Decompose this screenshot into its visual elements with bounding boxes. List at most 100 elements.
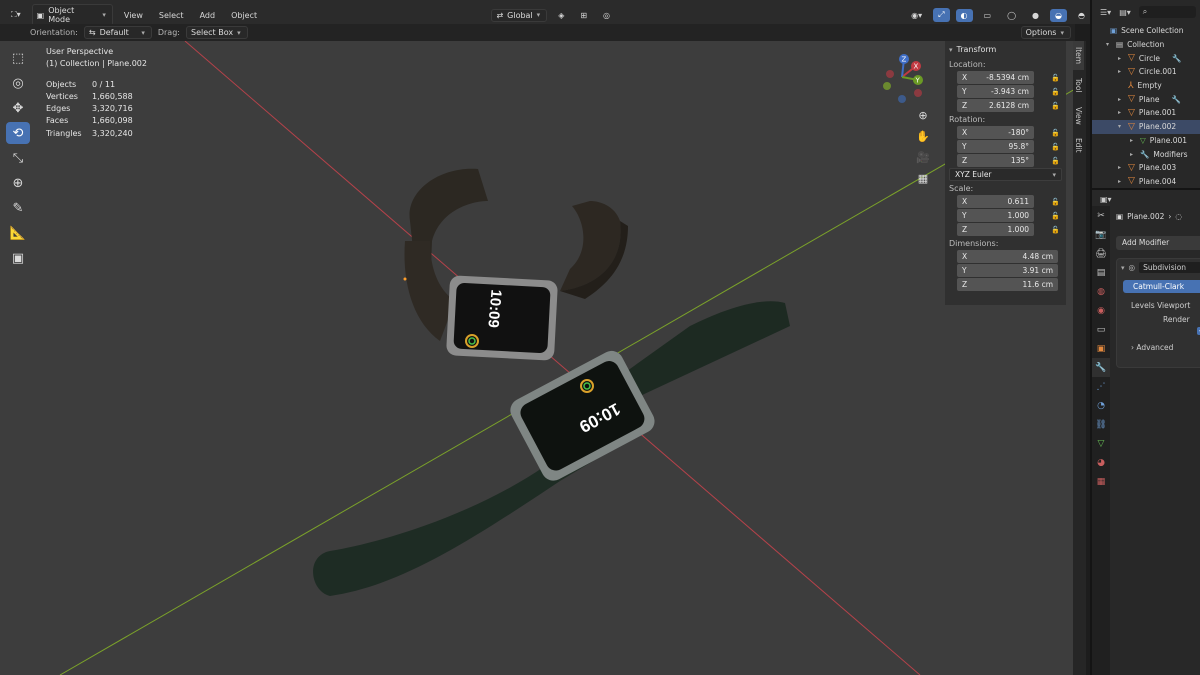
scene-tab-icon[interactable]: ◍ xyxy=(1092,282,1110,301)
modifier-name-field[interactable]: Subdivision xyxy=(1139,262,1200,273)
transform-panel-header[interactable]: ▾ Transform xyxy=(945,41,1066,58)
data-tab-icon[interactable]: ▽ xyxy=(1092,434,1110,453)
world-tab-icon[interactable]: ◉ xyxy=(1092,301,1110,320)
menu-object[interactable]: Object xyxy=(226,9,262,22)
zoom-icon[interactable]: ⊕ xyxy=(914,105,932,126)
scale-z-field[interactable]: Z 1.000 xyxy=(957,223,1034,236)
outliner-row-selected[interactable]: ▾ ▽ Plane.002 xyxy=(1092,119,1200,134)
rotation-y-field[interactable]: Y 95.8° xyxy=(957,140,1034,153)
options-dropdown[interactable]: Options ▾ xyxy=(1020,26,1071,39)
properties-editor-icon[interactable]: ▣▾ xyxy=(1100,195,1112,204)
lock-icon[interactable]: 🔓 xyxy=(1051,102,1060,110)
outliner-row[interactable]: ▣ Scene Collection xyxy=(1092,24,1200,38)
tab-view[interactable]: View xyxy=(1073,101,1084,131)
output-tab-icon[interactable]: 🖨 xyxy=(1092,244,1110,263)
add-modifier-button[interactable]: Add Modifier xyxy=(1116,236,1200,250)
drag-dropdown[interactable]: Select Box ▾ xyxy=(185,26,248,39)
outliner-row[interactable]: ▸ 🔧 Modifiers xyxy=(1092,147,1200,161)
transform-orientation-dropdown[interactable]: ⇄ Global ▾ xyxy=(491,8,548,22)
navigation-gizmo[interactable]: X Z Y xyxy=(878,53,928,103)
shading-wireframe-icon[interactable]: ◯ xyxy=(1002,9,1021,22)
select-box-tool-icon[interactable]: ⬚ xyxy=(6,47,30,69)
outliner-editor-icon[interactable]: ☰▾ xyxy=(1100,8,1111,17)
outliner-row[interactable]: ▸ ▽ Plane.001 xyxy=(1092,134,1200,148)
annotate-tool-icon[interactable]: ✎ xyxy=(6,197,30,219)
tool-tab-icon[interactable]: ✂ xyxy=(1092,206,1110,225)
physics-tab-icon[interactable]: ◔ xyxy=(1092,396,1110,415)
menu-select[interactable]: Select xyxy=(154,9,189,22)
outliner-row[interactable]: ▸ ▽ Plane.003 xyxy=(1092,161,1200,175)
cursor-tool-icon[interactable]: ◎ xyxy=(6,72,30,94)
search-icon[interactable]: ⌕ xyxy=(1138,6,1196,18)
3d-viewport[interactable]: 10:09 10:09 X Z Y ⊕ ✋ 🎥 ▦ xyxy=(0,41,1075,675)
outliner-row[interactable]: ▸ ▽ Circle.001 xyxy=(1092,65,1200,79)
shading-rendered-icon[interactable]: ◓ xyxy=(1073,9,1090,22)
modifier-tab-icon[interactable]: 🔧 xyxy=(1092,358,1110,377)
shading-solid-icon[interactable]: ● xyxy=(1027,9,1044,22)
rotation-mode-dropdown[interactable]: XYZ Euler ▾ xyxy=(949,168,1062,181)
proportional-editing-icon[interactable]: ◎ xyxy=(598,9,615,22)
mode-icon: ▣ xyxy=(36,10,45,20)
render-tab-icon[interactable]: 📷 xyxy=(1092,225,1110,244)
location-z-field[interactable]: Z 2.6128 cm xyxy=(957,99,1034,112)
menu-view[interactable]: View xyxy=(119,9,148,22)
orientation-dropdown[interactable]: ⇆ Default ▾ xyxy=(83,26,152,39)
catmull-clark-button[interactable]: Catmull-Clark xyxy=(1123,280,1200,293)
pan-hand-icon[interactable]: ✋ xyxy=(914,126,932,147)
visibility-icon[interactable]: ◉▾ xyxy=(906,9,927,22)
tab-edit[interactable]: Edit xyxy=(1073,132,1084,159)
lock-icon[interactable]: 🔓 xyxy=(1051,74,1060,82)
constraints-tab-icon[interactable]: ⛓ xyxy=(1092,415,1110,434)
lock-icon[interactable]: 🔓 xyxy=(1051,212,1060,220)
mode-dropdown[interactable]: ▣ Object Mode ▾ xyxy=(31,4,113,26)
texture-tab-icon[interactable]: ▦ xyxy=(1092,472,1110,491)
chevron-down-icon[interactable]: ▾ xyxy=(1121,264,1125,272)
outliner-row[interactable]: ▸ ▽ Circle 🔧 xyxy=(1092,51,1200,65)
lock-icon[interactable]: 🔓 xyxy=(1051,198,1060,206)
dimensions-z-field[interactable]: Z 11.6 cm xyxy=(957,278,1058,291)
rotation-z-field[interactable]: Z 135° xyxy=(957,154,1034,167)
material-tab-icon[interactable]: ◕ xyxy=(1092,453,1110,472)
scale-x-field[interactable]: X 0.611 xyxy=(957,195,1034,208)
editor-type-icon[interactable]: ⛶▾ xyxy=(6,8,26,22)
lock-icon[interactable]: 🔓 xyxy=(1051,226,1060,234)
menu-add[interactable]: Add xyxy=(195,9,221,22)
transform-tool-icon[interactable]: ⊕ xyxy=(6,172,30,194)
dimensions-x-field[interactable]: X 4.48 cm xyxy=(957,250,1058,263)
grid-icon[interactable]: ▦ xyxy=(914,168,932,189)
lock-icon[interactable]: 🔓 xyxy=(1051,129,1060,137)
location-x-field[interactable]: X -8.5394 cm xyxy=(957,71,1034,84)
camera-icon[interactable]: 🎥 xyxy=(914,147,932,168)
tab-tool[interactable]: Tool xyxy=(1073,72,1084,99)
view-layer-tab-icon[interactable]: ▤ xyxy=(1092,263,1110,282)
lock-icon[interactable]: 🔓 xyxy=(1051,88,1060,96)
outliner-row[interactable]: ▸ ▽ Plane.001 xyxy=(1092,106,1200,120)
xray-icon[interactable]: ▭ xyxy=(979,9,997,22)
overlays-icon[interactable]: ◐ xyxy=(955,8,973,22)
collection-tab-icon[interactable]: ▭ xyxy=(1092,320,1110,339)
advanced-subpanel[interactable]: › Advanced xyxy=(1131,343,1200,352)
rotate-tool-icon[interactable]: ⟲ xyxy=(6,122,30,144)
dimensions-y-field[interactable]: Y 3.91 cm xyxy=(957,264,1058,277)
pivot-icon[interactable]: ◈ xyxy=(553,9,569,22)
outliner-row[interactable]: ▾ ▤ Collection xyxy=(1092,38,1200,52)
object-tab-icon[interactable]: ▣ xyxy=(1092,339,1110,358)
shading-material-icon[interactable]: ◒ xyxy=(1050,8,1068,22)
measure-tool-icon[interactable]: 📐 xyxy=(6,222,30,244)
filter-icon[interactable]: ▤▾ xyxy=(1119,8,1131,17)
gizmo-icon[interactable]: ⤢ xyxy=(933,8,950,22)
move-tool-icon[interactable]: ✥ xyxy=(6,97,30,119)
outliner-row[interactable]: ⅄ Empty xyxy=(1092,79,1200,93)
lock-icon[interactable]: 🔓 xyxy=(1051,143,1060,151)
location-y-field[interactable]: Y -3.943 cm xyxy=(957,85,1034,98)
tab-item[interactable]: Item xyxy=(1073,41,1084,71)
scale-y-field[interactable]: Y 1.000 xyxy=(957,209,1034,222)
rotation-x-field[interactable]: X -180° xyxy=(957,126,1034,139)
snap-icon[interactable]: ⊞ xyxy=(575,9,592,22)
particles-tab-icon[interactable]: ⋰ xyxy=(1092,377,1110,396)
lock-icon[interactable]: 🔓 xyxy=(1051,157,1060,165)
scale-tool-icon[interactable]: ⤡ xyxy=(6,147,30,169)
outliner-row[interactable]: ▸ ▽ Plane 🔧 xyxy=(1092,92,1200,106)
outliner-row[interactable]: ▸ ▽ Plane.004 xyxy=(1092,175,1200,189)
add-cube-tool-icon[interactable]: ▣ xyxy=(6,247,30,269)
